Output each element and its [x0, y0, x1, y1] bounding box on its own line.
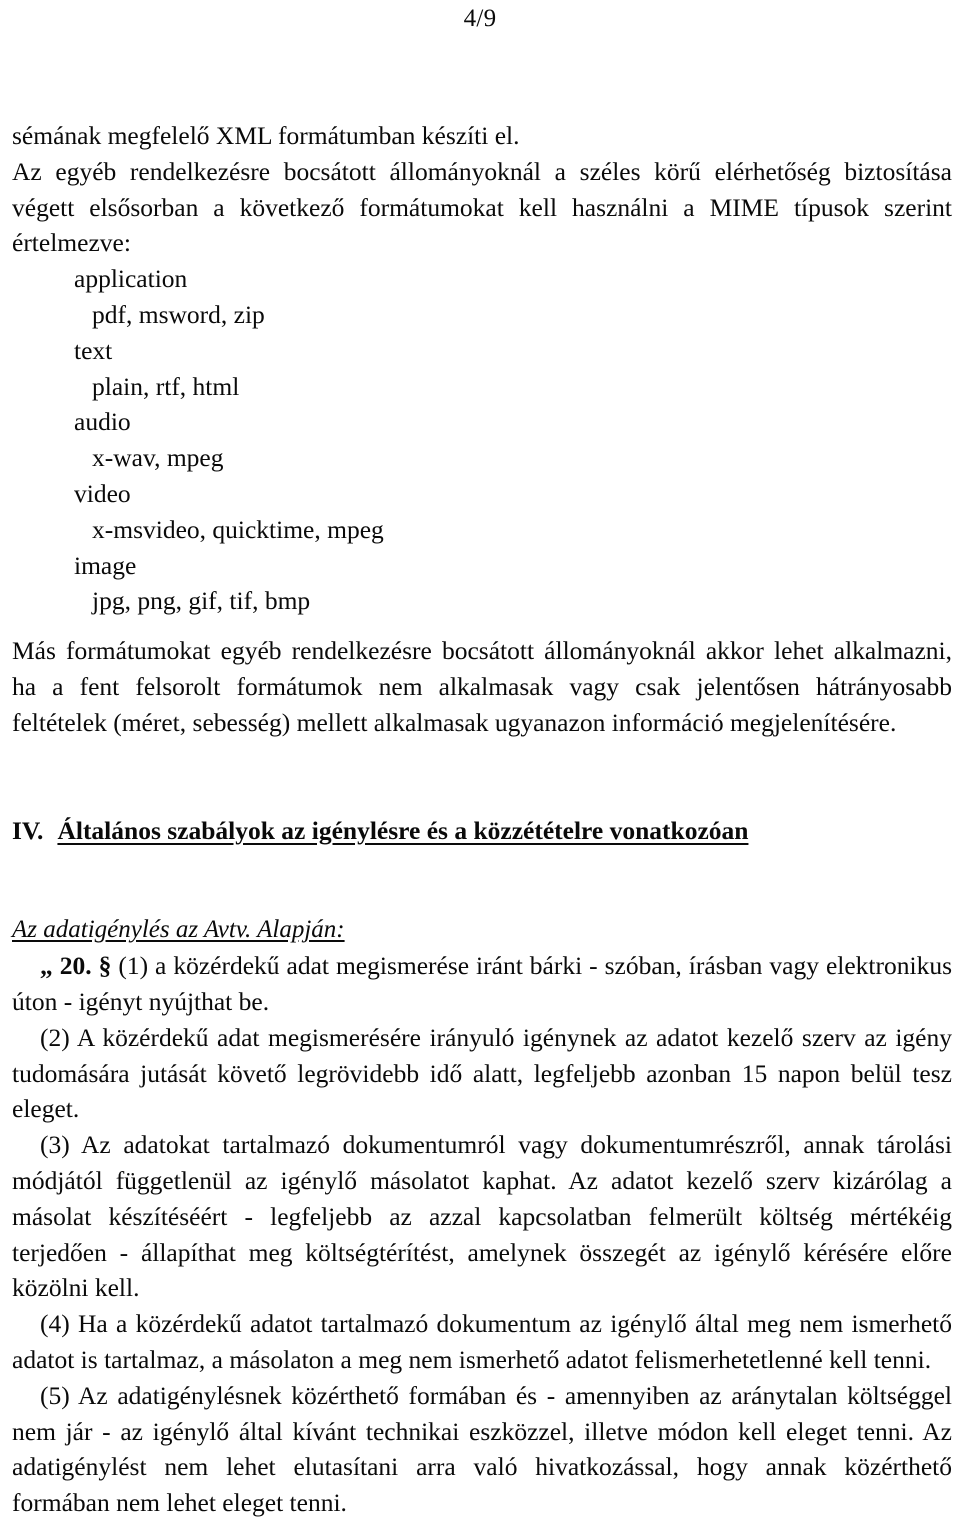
clause-3: (3) Az adatokat tartalmazó dokumentumról…: [12, 1130, 952, 1303]
spacer-after-section-heading: [12, 848, 952, 912]
page-number: 4/9: [463, 5, 497, 32]
clause-2: (2) A közérdekű adat megismerésére irány…: [12, 1022, 952, 1124]
intro-paragraph: Az egyéb rendelkezésre bocsátott állomán…: [12, 156, 952, 258]
source-heading: Az adatigénylés az Avtv. Alapján:: [12, 916, 345, 944]
clause-4: (4) Ha a közérdekű adatot tartalmazó dok…: [12, 1309, 952, 1374]
mime-category-application: application: [74, 264, 188, 294]
mime-values-application: pdf, msword, zip: [92, 299, 265, 329]
mime-values-video: x-msvideo, quicktime, mpeg: [92, 514, 384, 544]
document-body: sémának megfelelő XML formátumban készít…: [12, 118, 952, 1521]
spacer-after-mime-list: [12, 619, 952, 633]
document-page: 4/9 sémának megfelelő XML formátumban ké…: [0, 0, 960, 1521]
source-heading-row: Az adatigénylés az Avtv. Alapján:: [12, 912, 952, 948]
clause-5: (5) Az adatigénylésnek közérthető formáb…: [12, 1380, 952, 1518]
section-heading: IV. Általános szabályok az igénylésre és …: [12, 813, 952, 849]
other-formats-paragraph: Más formátumokat egyéb rendelkezésre boc…: [12, 636, 952, 737]
mime-values-image: jpg, png, gif, tif, bmp: [92, 586, 311, 616]
section-number: IV.: [12, 815, 44, 845]
mime-values-text: plain, rtf, html: [92, 371, 240, 401]
mime-category-video: video: [74, 478, 131, 508]
clause-1: „ 20. § (1) a közérdekű adat megismerése…: [12, 948, 952, 1020]
mime-category-image: image: [74, 550, 137, 580]
clause-1-text: (1) a közérdekű adat megismerése iránt b…: [12, 951, 952, 1016]
intro-line-1: sémának megfelelő XML formátumban készít…: [12, 121, 520, 150]
section-title: Általános szabályok az igénylésre és a k…: [57, 815, 749, 845]
mime-category-audio: audio: [74, 407, 131, 437]
mime-values-audio: x-wav, mpeg: [92, 443, 224, 473]
mime-category-text: text: [74, 335, 113, 365]
clause-1-marker: „ 20. §: [40, 951, 112, 981]
spacer-before-section: [12, 741, 952, 813]
